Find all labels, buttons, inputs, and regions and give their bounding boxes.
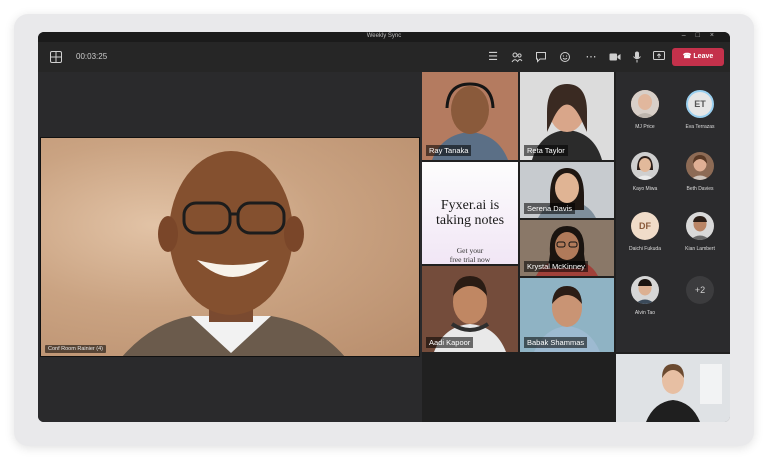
avatar-name: Kayo Miwa xyxy=(632,186,658,192)
fyxer-promo-card[interactable]: Fyxer.ai is taking notes Get your free t… xyxy=(422,162,518,264)
phone-hangup-icon: ☎ xyxy=(682,53,692,60)
participant-name: Reta Taylor xyxy=(524,145,568,156)
video-tile-self-view[interactable] xyxy=(616,354,730,422)
promo-sub-line1: Get your xyxy=(456,246,484,255)
avatar-name: Daichi Fukuda xyxy=(629,246,661,252)
video-tile-reta-taylor[interactable]: Reta Taylor xyxy=(520,72,614,160)
avatar-eva-terrazas[interactable]: ET xyxy=(686,90,714,118)
featured-participant-image xyxy=(122,151,345,356)
avatar-alvin-tao[interactable] xyxy=(631,276,659,304)
people-icon[interactable] xyxy=(508,48,526,66)
camera-icon[interactable] xyxy=(606,48,624,66)
more-participants-button[interactable]: +2 xyxy=(686,276,714,304)
avatar-name: Alvin Tao xyxy=(634,310,656,316)
featured-video: Conf Room Rainier (4) xyxy=(40,137,420,357)
promo-title-line1: Fyxer.ai is xyxy=(440,198,500,213)
promo-title: Fyxer.ai is taking notes xyxy=(422,198,518,228)
main-stage: Conf Room Rainier (4) xyxy=(38,72,422,422)
participant-image xyxy=(616,354,730,422)
reactions-icon[interactable] xyxy=(556,48,574,66)
participant-name: Aadi Kapoor xyxy=(426,337,474,348)
avatar-name: Beth Davies xyxy=(686,186,714,192)
avatar-name: Eva Terrazas xyxy=(685,124,715,130)
teams-meeting-window: Weekly Sync –□× 00:03:25 ☰ ⋯ ☎ Leave Con… xyxy=(38,32,730,422)
minimize-icon[interactable]: – xyxy=(682,32,696,39)
promo-subtitle: Get your free trial now xyxy=(422,246,518,264)
title-bar: Weekly Sync –□× xyxy=(38,32,730,42)
participant-name: Krystal McKinney xyxy=(524,261,588,272)
more-options-icon[interactable]: ⋯ xyxy=(582,48,600,66)
share-screen-icon[interactable] xyxy=(650,48,668,66)
avatar-daichi-fukuda[interactable]: DF xyxy=(631,212,659,240)
meeting-timer: 00:03:25 xyxy=(76,52,108,61)
chat-icon[interactable] xyxy=(532,48,550,66)
participants-list-icon[interactable]: ☰ xyxy=(484,48,502,66)
avatar-kian-lambert[interactable] xyxy=(686,212,714,240)
room-label: Conf Room Rainier (4) xyxy=(45,345,107,353)
avatar-beth-davies[interactable] xyxy=(686,152,714,180)
video-tile-ray-tanaka[interactable]: Ray Tanaka xyxy=(422,72,518,160)
window-controls: –□× xyxy=(682,32,724,39)
participant-name: Ray Tanaka xyxy=(426,145,472,156)
avatar-kayo-miwa[interactable] xyxy=(631,152,659,180)
leave-button[interactable]: ☎ Leave xyxy=(672,48,724,66)
grid-layout-icon[interactable] xyxy=(50,51,62,63)
video-tile-aadi-kapoor[interactable]: Aadi Kapoor xyxy=(422,266,518,352)
promo-sub-line2: free trial now xyxy=(449,255,491,264)
participant-roster: MJ Price ET Eva Terrazas Kayo Miwa Beth … xyxy=(616,72,730,352)
video-tile-babak-shammas[interactable]: Babak Shammas xyxy=(520,278,614,352)
window-title: Weekly Sync xyxy=(366,33,402,39)
avatar-name: Kian Lambert xyxy=(685,246,715,252)
avatar-name: MJ Price xyxy=(635,124,655,130)
avatar-mj-price[interactable] xyxy=(631,90,659,118)
participant-name: Babak Shammas xyxy=(524,337,588,348)
participant-name: Serena Davis xyxy=(524,203,576,214)
microphone-icon[interactable] xyxy=(628,48,646,66)
leave-label: Leave xyxy=(693,53,714,60)
meeting-toolbar: 00:03:25 ☰ ⋯ ☎ Leave xyxy=(38,42,730,72)
promo-title-line2: taking notes xyxy=(435,213,505,228)
video-tile-serena-davis[interactable]: Serena Davis xyxy=(520,162,614,218)
maximize-icon[interactable]: □ xyxy=(696,32,710,39)
video-tile-krystal-mckinney[interactable]: Krystal McKinney xyxy=(520,220,614,276)
close-icon[interactable]: × xyxy=(710,32,724,39)
